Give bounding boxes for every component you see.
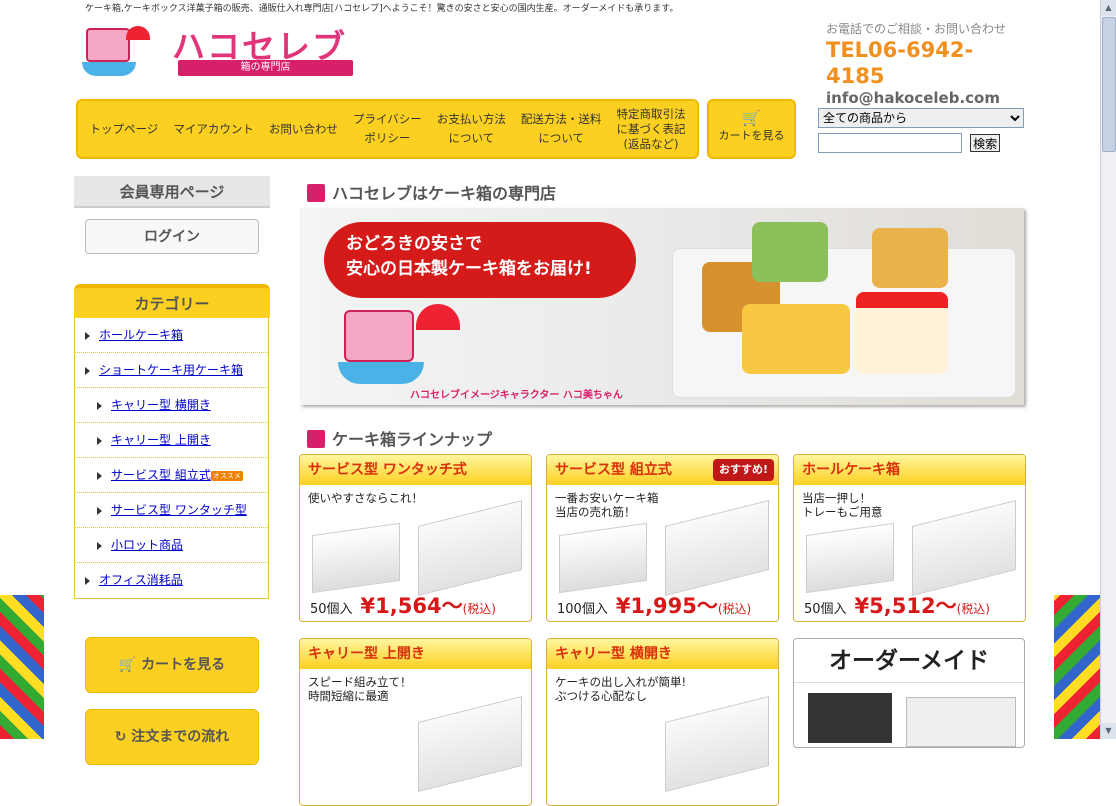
vertical-scrollbar[interactable]: ▲ ▼: [1100, 0, 1116, 739]
category-link-service-assembly[interactable]: サービス型 組立式: [111, 468, 211, 482]
product-title: サービス型 組立式 おすすめ!: [547, 455, 778, 485]
nav-my-account[interactable]: マイアカウント: [173, 120, 254, 139]
product-card-whole-cake[interactable]: ホールケーキ箱 当店一押し！ トレーもご用意 50個入 ¥5,512～(税込): [793, 454, 1026, 622]
product-price: ¥1,564～: [360, 594, 463, 618]
product-image: [418, 696, 522, 792]
gift-decoration-right: [1054, 595, 1100, 739]
nav-cart-label: カートを見る: [718, 129, 785, 142]
product-image: [312, 522, 400, 594]
cube-icon: [307, 430, 325, 448]
matcha-cake-image: [752, 222, 828, 282]
logo-subtitle: 箱の専門店: [178, 60, 353, 76]
category-link-whole-cake[interactable]: ホールケーキ箱: [99, 328, 183, 342]
recommend-badge: オススメ: [210, 470, 243, 481]
scroll-down-arrow[interactable]: ▼: [1101, 723, 1116, 739]
mango-cake-image: [742, 304, 850, 374]
cart-icon: 🛒: [118, 657, 142, 673]
nav-privacy[interactable]: プライバシー ポリシー: [353, 110, 422, 148]
product-title: キャリー型 上開き: [300, 639, 531, 669]
section-title-shop: ハコセレブはケーキ箱の専門店: [307, 180, 556, 204]
custom-box-image-dark: [808, 693, 892, 743]
category-link-small-lot[interactable]: 小ロット商品: [111, 538, 183, 552]
product-card-service-onetouch[interactable]: サービス型 ワンタッチ式 使いやすさならこれ！ 50個入 ¥1,564～(税込): [299, 454, 532, 622]
category-heading: カテゴリー: [74, 284, 270, 318]
product-price: ¥1,995～: [615, 594, 718, 618]
product-desc: 使いやすさならこれ！: [308, 491, 423, 505]
custom-order-title: オーダーメイド: [794, 639, 1024, 683]
category-link-carry-side[interactable]: キャリー型 横開き: [111, 398, 211, 412]
category-item: キャリー型 横開き: [75, 388, 268, 423]
product-desc: ケーキの出し入れが簡単! ぶつける心配なし: [555, 675, 687, 703]
site-logo[interactable]: ハコセレブ 箱の専門店: [80, 20, 365, 82]
custom-box-image-light: [906, 697, 1016, 747]
cube-icon: [307, 184, 325, 202]
recommend-badge: おすすめ!: [712, 459, 774, 481]
sidebar-cart-button[interactable]: 🛒 カートを見る: [85, 637, 259, 693]
product-card-carry-side[interactable]: キャリー型 横開き ケーキの出し入れが簡単! ぶつける心配なし: [546, 638, 779, 806]
contact-info: お電話でのご相談・お問い合わせ TEL06-6942-4185 info@hak…: [826, 20, 1016, 107]
product-image: [665, 696, 769, 792]
section-title-lineup: ケーキ箱ラインナップ: [307, 426, 492, 450]
category-link-carry-top[interactable]: キャリー型 上開き: [111, 433, 211, 447]
product-card-carry-top[interactable]: キャリー型 上開き スピード組み立て！ 時間短縮に最適: [299, 638, 532, 806]
product-title: サービス型 ワンタッチ式: [300, 455, 531, 485]
mascot-logo-image: [80, 26, 152, 82]
member-page-heading: 会員専用ページ: [74, 176, 270, 208]
category-link-service-onetouch[interactable]: サービス型 ワンタッチ型: [111, 503, 247, 517]
search-input[interactable]: [818, 133, 962, 153]
contact-title: お電話でのご相談・お問い合わせ: [826, 22, 1007, 36]
hero-caption: ハコセレブイメージキャラクター ハコ美ちゃん: [410, 390, 623, 401]
product-price: ¥5,512～: [854, 594, 957, 618]
category-item: サービス型 ワンタッチ型: [75, 493, 268, 528]
category-link-shortcake[interactable]: ショートケーキ用ケーキ箱: [99, 363, 243, 377]
refresh-icon: ↻: [114, 729, 132, 745]
product-price-row: 100個入 ¥1,995～(税込): [557, 594, 752, 618]
global-nav: トップページ マイアカウント お問い合わせ プライバシー ポリシー お支払い方法に…: [76, 99, 699, 159]
cart-icon: 🛒: [742, 109, 761, 127]
hero-banner[interactable]: おどろきの安さで 安心の日本製ケーキ箱をお届け! ハコセレブイメージキャラクター …: [300, 208, 1024, 405]
product-image-open: [418, 500, 522, 596]
nav-cart-button[interactable]: 🛒 カートを見る: [707, 99, 796, 159]
nav-legal[interactable]: 特定商取引法 に基づく表記 (返品など): [616, 107, 685, 152]
email-address: info@hakoceleb.com: [826, 89, 1000, 107]
nav-shipping[interactable]: 配送方法・送料 について: [521, 110, 602, 148]
scroll-up-arrow[interactable]: ▲: [1101, 0, 1116, 16]
product-image: [806, 522, 894, 594]
category-select[interactable]: 全ての商品から: [818, 108, 1024, 128]
hero-speech-bubble: おどろきの安さで 安心の日本製ケーキ箱をお届け!: [324, 222, 636, 298]
category-item: サービス型 組立式 オススメ: [75, 458, 268, 493]
product-price-row: 50個入 ¥1,564～(税込): [310, 594, 496, 618]
gift-decoration-left: [0, 595, 44, 739]
order-flow-button[interactable]: ↻ 注文までの流れ: [85, 709, 259, 765]
custom-order-banner[interactable]: オーダーメイド: [793, 638, 1025, 748]
product-price-row: 50個入 ¥5,512～(税込): [804, 594, 990, 618]
phone-number: TEL06-6942-4185: [826, 38, 974, 88]
category-item: ホールケーキ箱: [75, 318, 268, 353]
nav-contact[interactable]: お問い合わせ: [269, 120, 338, 139]
category-item: ショートケーキ用ケーキ箱: [75, 353, 268, 388]
product-image: [559, 522, 647, 594]
category-item: オフィス消耗品: [75, 563, 268, 598]
pudding-image: [872, 228, 948, 288]
login-button[interactable]: ログイン: [85, 219, 259, 254]
scroll-thumb[interactable]: [1102, 17, 1116, 152]
product-desc: スピード組み立て！ 時間短縮に最適: [308, 675, 412, 703]
mascot-image: [320, 304, 470, 398]
nav-payment[interactable]: お支払い方法 について: [437, 110, 506, 148]
category-item: 小ロット商品: [75, 528, 268, 563]
product-card-service-assembly[interactable]: サービス型 組立式 おすすめ! 一番お安いケーキ箱 当店の売れ筋！ 100個入 ¥1,…: [546, 454, 779, 622]
category-item: キャリー型 上開き: [75, 423, 268, 458]
search-form: 全ての商品から 検索: [818, 107, 1024, 153]
nav-top[interactable]: トップページ: [90, 120, 159, 139]
search-button[interactable]: 検索: [970, 134, 1001, 152]
product-title: キャリー型 横開き: [547, 639, 778, 669]
category-link-office[interactable]: オフィス消耗品: [99, 573, 183, 587]
strawberry-shortcake-image: [856, 292, 948, 374]
site-tagline: ケーキ箱,ケーキボックス洋菓子箱の販売、通販仕入れ専門店[ハコセレブ]へようこそ…: [85, 4, 679, 14]
product-title: ホールケーキ箱: [794, 455, 1025, 485]
category-list: ホールケーキ箱 ショートケーキ用ケーキ箱 キャリー型 横開き キャリー型 上開き…: [74, 318, 269, 599]
